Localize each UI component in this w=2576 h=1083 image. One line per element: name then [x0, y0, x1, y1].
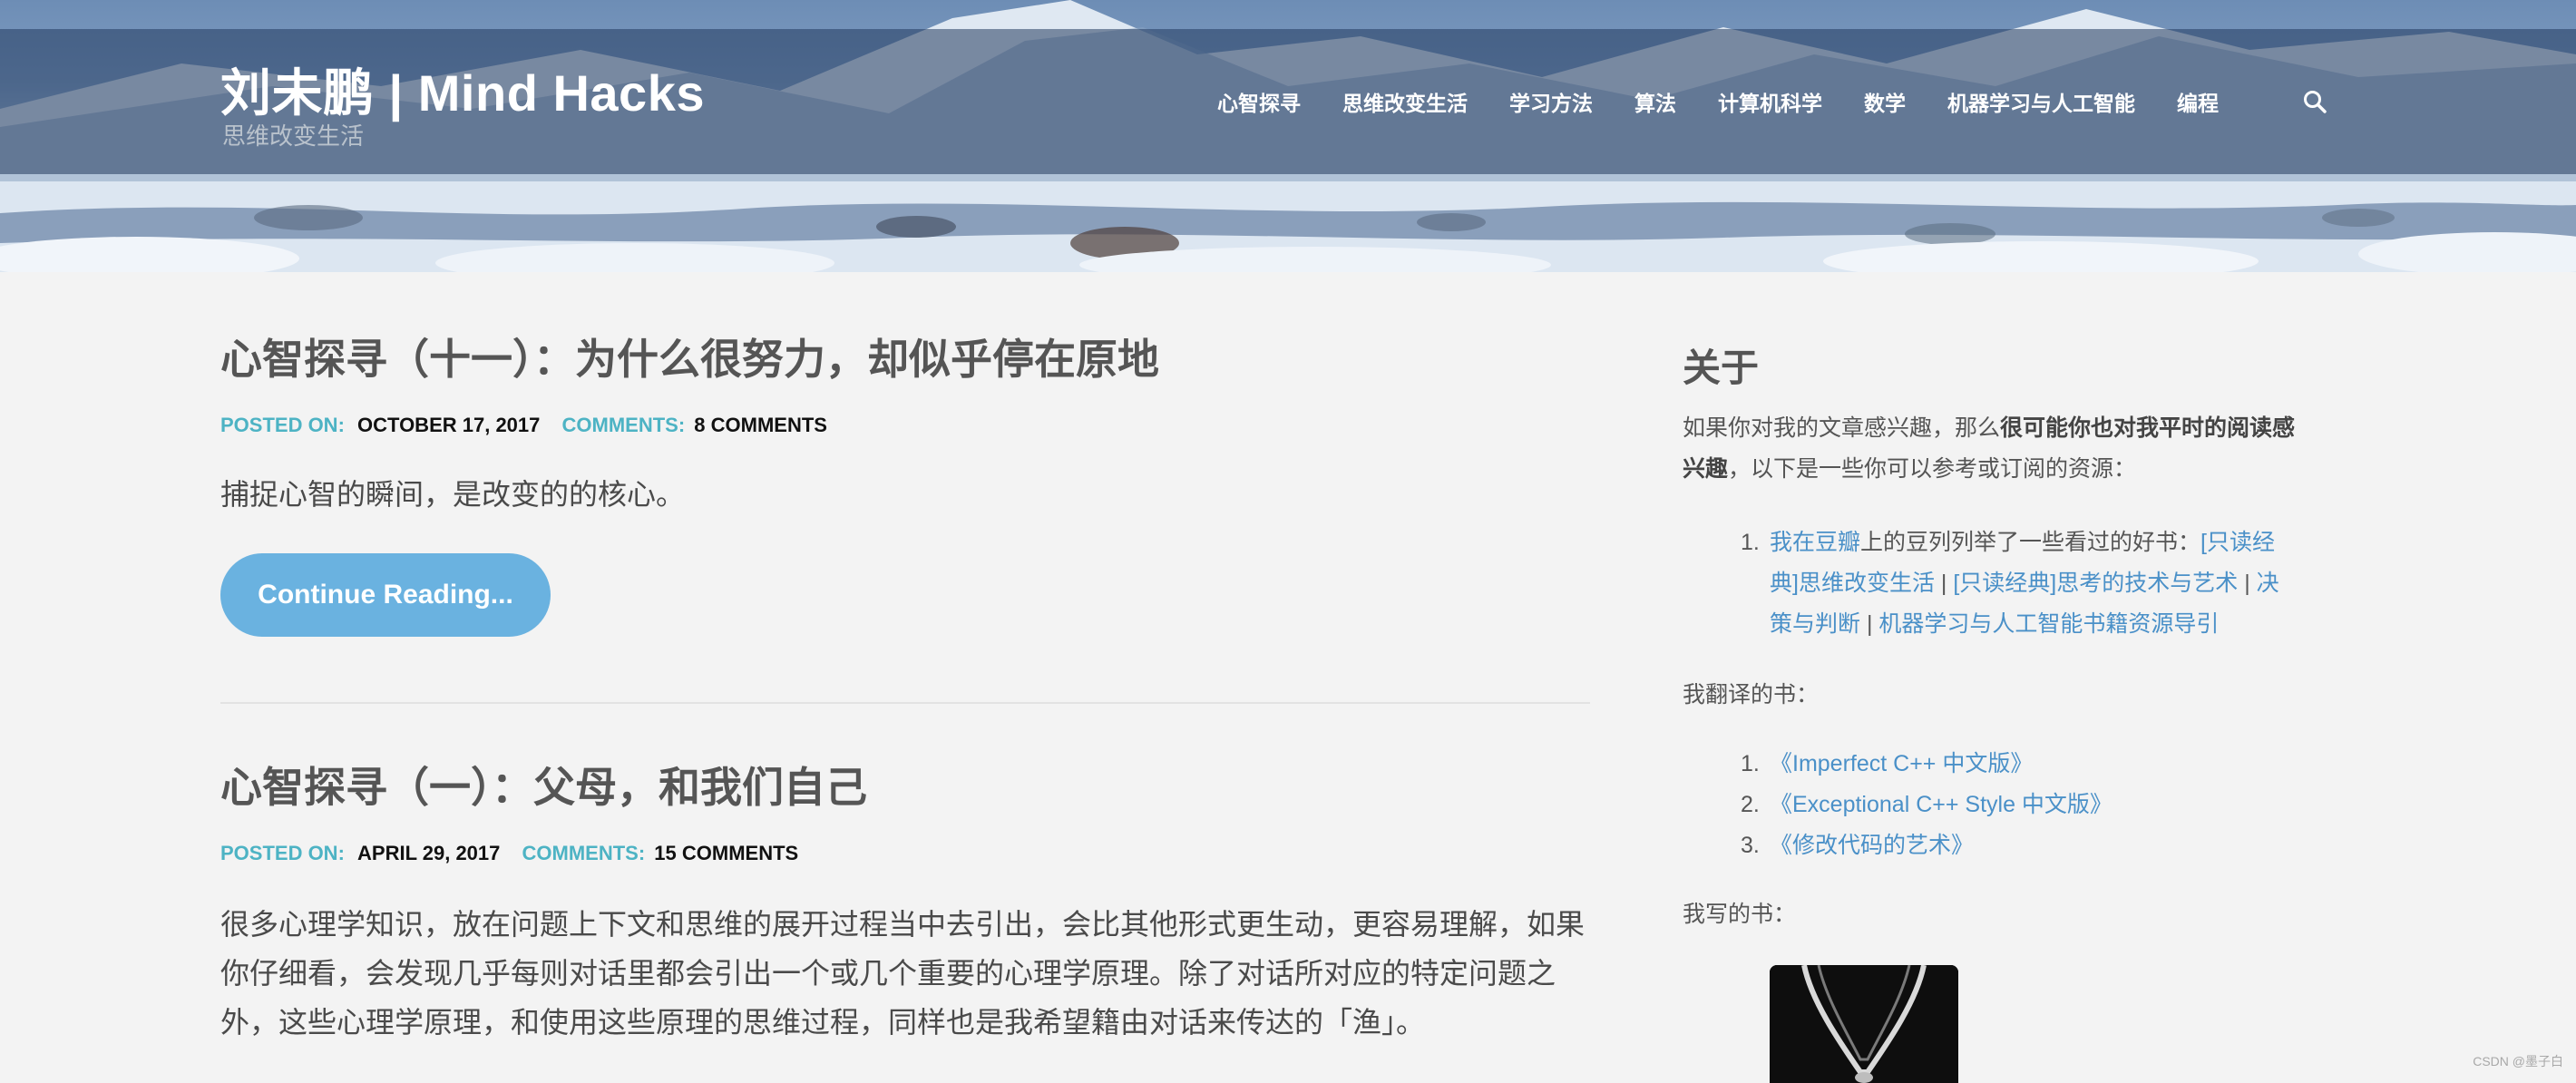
about-intro: 如果你对我的文章感兴趣，那么很可能你也对我平时的阅读感 兴趣，以下是一些你可以参…	[1683, 408, 2317, 490]
nav-item-computer-science[interactable]: 计算机科学	[1718, 86, 1822, 117]
intro-bold: 兴趣	[1683, 456, 1729, 482]
nav-item-programming[interactable]: 编程	[2177, 86, 2219, 117]
douban-line: 典]思维改变生活 | [只读经典]思考的技术与艺术 | 决	[1770, 563, 2314, 604]
search-button[interactable]	[2302, 89, 2327, 114]
list-number: 1.	[1741, 751, 1760, 776]
douban-line: 我在豆瓣上的豆列列举了一些看过的好书：[只读经	[1770, 522, 2314, 563]
hourglass-image	[1770, 965, 1958, 1083]
search-icon	[2304, 91, 2327, 113]
site-tagline: 思维改变生活	[222, 122, 365, 150]
comments-label: COMMENTS:	[522, 842, 646, 864]
post-excerpt: 捕捉心智的瞬间，是改变的的核心。	[220, 478, 686, 511]
intro-text: 如果你对我的文章感兴趣，那么	[1683, 415, 2001, 441]
comments-count[interactable]: 15 COMMENTS	[654, 842, 798, 864]
excerpt-line: 外，这些心理学原理，和使用这些原理的思维过程，同样也是我希望籍由对话来传达的「渔…	[220, 1006, 1426, 1039]
list-number: 3.	[1741, 833, 1760, 858]
main-nav: 心智探寻 思维改变生活 学习方法 算法 计算机科学 数学 机器学习与人工智能 编…	[1217, 87, 2260, 116]
list-item: 1. 《Imperfect C++ 中文版》	[1741, 744, 2314, 785]
continue-reading-button[interactable]: Continue Reading...	[220, 553, 551, 637]
post-date: APRIL 29, 2017	[357, 842, 501, 864]
widget-title: 关于	[1683, 346, 1760, 389]
douban-list-link-4[interactable]: 机器学习与人工智能书籍资源导引	[1878, 611, 2219, 637]
comments-label: COMMENTS:	[561, 414, 686, 436]
douban-text: 上的豆列列举了一些看过的好书：	[1860, 530, 2201, 555]
translated-books-label: 我翻译的书：	[1683, 682, 1820, 707]
nav-item-mind-exploration[interactable]: 心智探寻	[1217, 86, 1301, 117]
post-divider	[220, 702, 1590, 704]
book-cover-image[interactable]	[1770, 965, 1958, 1083]
site-title[interactable]: 刘未鹏 | Mind Hacks	[220, 53, 705, 126]
nav-item-math[interactable]: 数学	[1864, 86, 1906, 117]
nav-item-learning-methods[interactable]: 学习方法	[1509, 86, 1593, 117]
excerpt-line: 很多心理学知识，放在问题上下文和思维的展开过程当中去引出，会比其他形式更生动，更…	[220, 908, 1586, 941]
post-meta: POSTED ON: APRIL 29, 2017 COMMENTS: 15 C…	[220, 842, 798, 865]
posted-on-label: POSTED ON:	[220, 414, 345, 436]
douban-list-link-3[interactable]: 策与判断	[1770, 611, 1860, 637]
post-excerpt: 很多心理学知识，放在问题上下文和思维的展开过程当中去引出，会比其他形式更生动，更…	[220, 900, 1585, 1047]
intro-text: ，以下是一些你可以参考或订阅的资源：	[1728, 456, 2137, 482]
douban-link[interactable]: 我在豆瓣	[1770, 530, 1860, 555]
nav-item-algorithms[interactable]: 算法	[1634, 86, 1676, 117]
douban-line: 策与判断 | 机器学习与人工智能书籍资源导引	[1770, 604, 2314, 645]
separator: |	[1934, 571, 1954, 596]
post-title[interactable]: 心智探寻（一）：父母，和我们自己	[220, 755, 867, 815]
header-banner: 刘未鹏 | Mind Hacks 思维改变生活 心智探寻 思维改变生活 学习方法…	[0, 0, 2576, 272]
list-number: 1.	[1741, 530, 1760, 555]
list-item: 2. 《Exceptional C++ Style 中文版》	[1741, 785, 2314, 825]
douban-list-link-2[interactable]: [只读经典]思考的技术与艺术	[1953, 571, 2238, 596]
post-meta: POSTED ON: OCTOBER 17, 2017 COMMENTS: 8 …	[220, 414, 827, 437]
list-number: 2.	[1741, 792, 1760, 817]
douban-list-link-1[interactable]: 典]思维改变生活	[1770, 571, 1935, 596]
douban-list-link-1[interactable]: [只读经	[2200, 530, 2275, 555]
book-link[interactable]: 《Imperfect C++ 中文版》	[1770, 751, 2033, 776]
separator: |	[1860, 611, 1879, 637]
nav-item-thinking-changes-life[interactable]: 思维改变生活	[1342, 86, 1468, 117]
translated-books-list: 1. 《Imperfect C++ 中文版》 2. 《Exceptional C…	[1741, 744, 2314, 866]
douban-list: 1. 我在豆瓣上的豆列列举了一些看过的好书：[只读经 典]思维改变生活 | [只…	[1741, 522, 2314, 645]
excerpt-line: 你仔细看，会发现几乎每则对话里都会引出一个或几个重要的心理学原理。除了对话所对应…	[220, 957, 1556, 990]
book-link[interactable]: 《修改代码的艺术》	[1770, 833, 1974, 858]
intro-bold: 很可能你也对我平时的阅读感	[2000, 415, 2296, 441]
comments-count[interactable]: 8 COMMENTS	[694, 414, 827, 436]
post-title[interactable]: 心智探寻（十一）：为什么很努力，却似乎停在原地	[220, 327, 1159, 386]
douban-list-link-3[interactable]: 决	[2257, 571, 2279, 596]
separator: |	[2238, 571, 2257, 596]
posted-on-label: POSTED ON:	[220, 842, 345, 864]
nav-item-ml-ai[interactable]: 机器学习与人工智能	[1947, 86, 2135, 117]
written-books-label: 我写的书：	[1683, 902, 1797, 927]
watermark: CSDN @墨子白	[2473, 1054, 2563, 1068]
book-link[interactable]: 《Exceptional C++ Style 中文版》	[1770, 792, 2113, 817]
post-date: OCTOBER 17, 2017	[357, 414, 541, 436]
list-item: 3. 《修改代码的艺术》	[1741, 825, 2314, 866]
